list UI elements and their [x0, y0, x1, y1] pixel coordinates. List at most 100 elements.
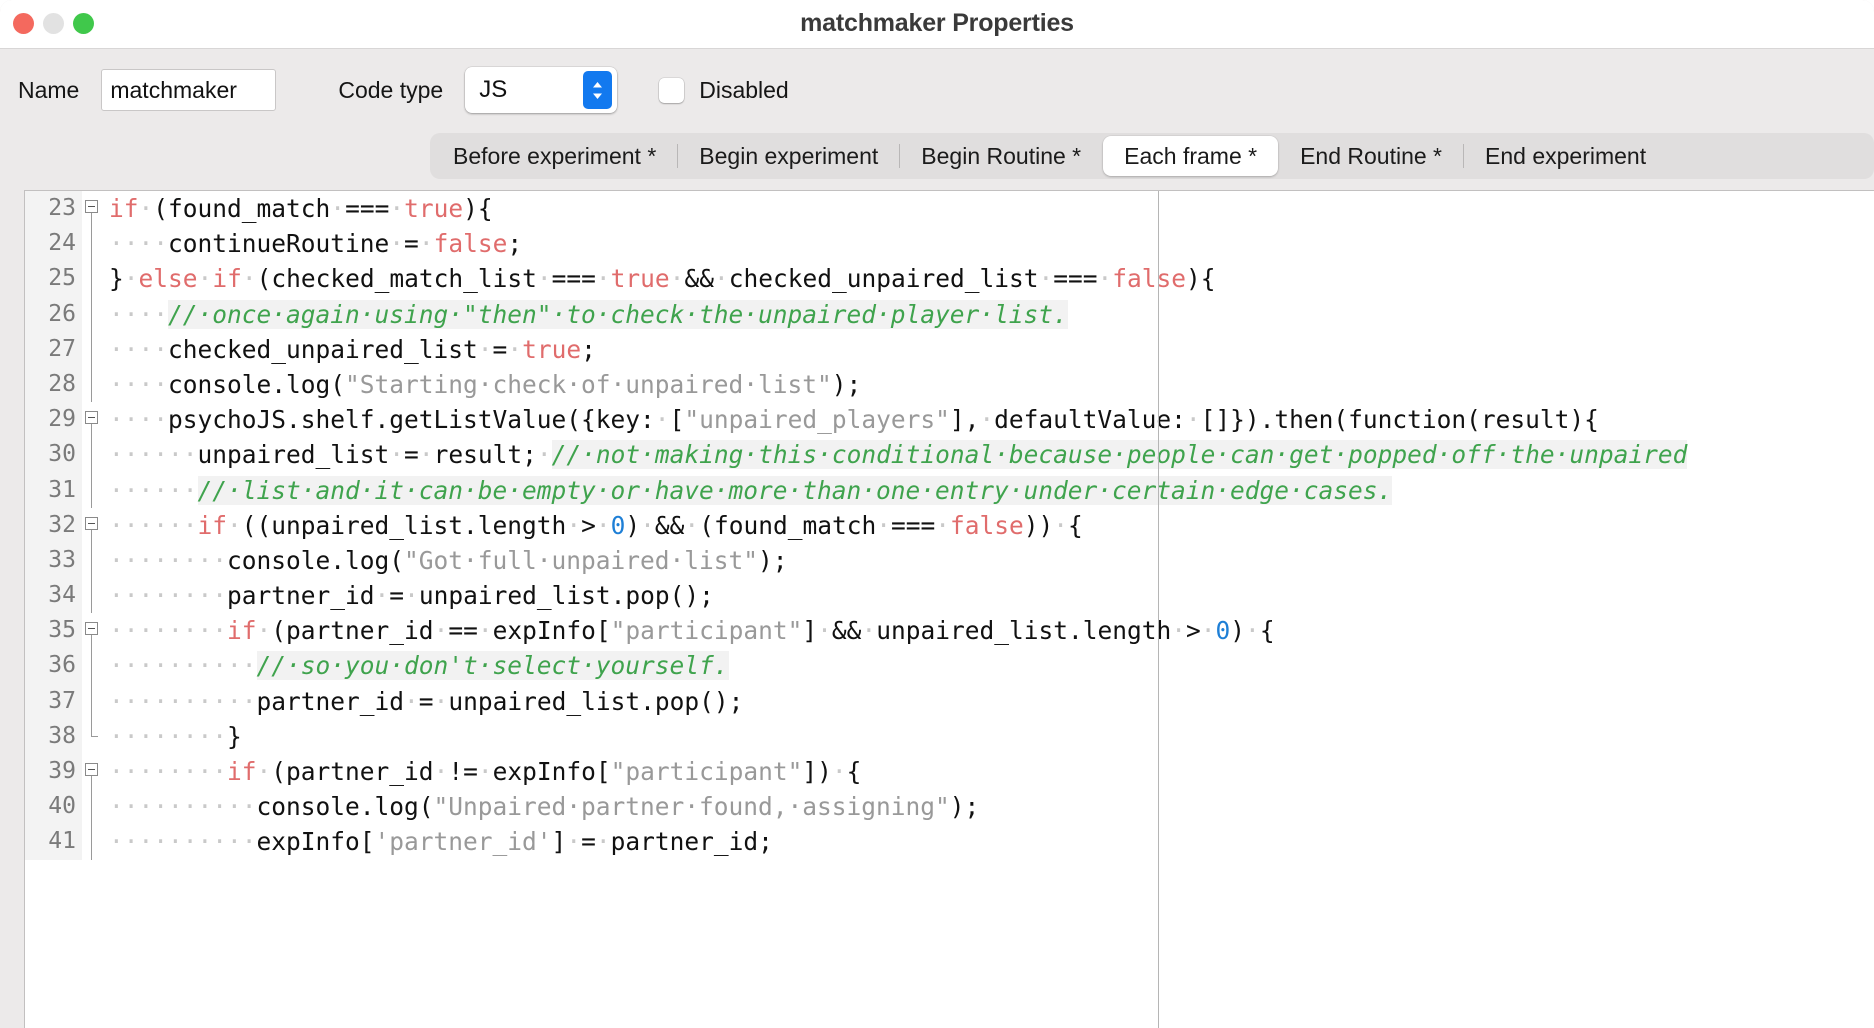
fold-guide-line [82, 824, 109, 860]
fold-toggle-icon[interactable] [82, 613, 109, 649]
tab-end-experiment[interactable]: End experiment [1464, 136, 1667, 176]
tab-end-routine[interactable]: End Routine * [1279, 136, 1463, 176]
fold-toggle-icon[interactable] [82, 754, 109, 790]
token-cm: //·list·and·it·can·be·empty·or·have·more… [197, 475, 1393, 505]
token-plain: unpaired_list.pop(); [448, 686, 744, 716]
token-bool: true [404, 194, 464, 223]
code-editor-panel[interactable]: 23 if·(found_match·===·true){24 ····contin… [24, 190, 1874, 1028]
token-ws: ········ [109, 545, 228, 575]
token-ws: · [507, 334, 523, 364]
token-plain: { [1068, 510, 1083, 540]
token-plain: === [551, 264, 596, 294]
token-plain: === [890, 510, 936, 540]
code-type-select[interactable]: JS [465, 67, 618, 113]
code-type-label: Code type [338, 76, 444, 103]
disabled-field[interactable]: Disabled [659, 77, 789, 104]
disabled-checkbox[interactable] [659, 77, 685, 103]
token-plain: expInfo[ [492, 616, 611, 646]
line-number: 30 [25, 437, 82, 473]
fold-toggle-icon[interactable] [82, 191, 109, 227]
token-plain: { [1259, 616, 1275, 646]
token-plain: [ [669, 405, 685, 435]
line-number: 38 [25, 718, 82, 754]
token-ws: · [197, 264, 213, 294]
token-kw: else [138, 264, 198, 294]
token-plain: (found_match [153, 194, 331, 223]
tab-label: End experiment [1485, 142, 1647, 169]
token-ws: ···· [109, 299, 169, 329]
chevron-up-down-icon[interactable] [583, 71, 613, 109]
token-ws: · [713, 264, 729, 294]
code-line[interactable]: 39 ········if·(partner_id·!=·expInfo["par… [25, 754, 1874, 790]
code-line[interactable]: 23 if·(found_match·===·true){ [25, 191, 1874, 227]
token-ws: · [876, 510, 891, 540]
token-plain: && [684, 264, 714, 294]
code-line-text: ··········partner_id·=·unpaired_list.pop… [109, 684, 1874, 719]
code-line[interactable]: 31 ······//·list·and·it·can·be·empty·or·h… [25, 472, 1874, 508]
token-ws: · [595, 510, 611, 540]
token-plain: ]) [802, 757, 832, 786]
code-line[interactable]: 40 ··········console.log("Unpaired·partne… [25, 789, 1874, 825]
fold-toggle-icon[interactable] [82, 402, 109, 438]
line-number: 23 [25, 191, 82, 227]
code-line[interactable]: 37 ··········partner_id·=·unpaired_list.p… [25, 683, 1874, 719]
code-line[interactable]: 36 ··········//·so·you·don't·select·yours… [25, 648, 1874, 684]
disabled-label: Disabled [699, 76, 789, 103]
code-editor[interactable]: 23 if·(found_match·===·true){24 ····contin… [25, 191, 1874, 1028]
code-line-text: ········if·(partner_id·!=·expInfo["parti… [109, 754, 1874, 789]
code-line[interactable]: 33 ········console.log("Got·full·unpaired… [25, 542, 1874, 579]
name-input[interactable]: matchmaker [101, 69, 277, 111]
code-line[interactable]: 29 ····psychoJS.shelf.getListValue({key:·… [25, 402, 1874, 438]
code-line[interactable]: 35 ········if·(partner_id·==·expInfo["par… [25, 613, 1874, 649]
token-plain: console.log( [227, 545, 405, 575]
code-line-text: }·else·if·(checked_match_list·===·true·&… [109, 261, 1874, 296]
code-line[interactable]: 41 ··········expInfo['partner_id']·=·part… [25, 824, 1874, 860]
line-number: 39 [25, 754, 82, 790]
tab-begin-experiment[interactable]: Begin experiment [678, 136, 899, 176]
token-plain: unpaired_list [197, 440, 390, 470]
code-line[interactable]: 26 ····//·once·again·using·"then"·to·chec… [25, 296, 1874, 332]
fold-toggle-icon[interactable] [82, 507, 109, 543]
token-plain: psychoJS.shelf.getListValue({key: [168, 405, 655, 435]
token-ws: · [935, 510, 950, 540]
fold-guide-line [82, 789, 109, 825]
token-plain: unpaired_list.pop(); [418, 581, 714, 611]
code-line-text: ········if·(partner_id·==·expInfo["parti… [109, 613, 1874, 648]
token-ws: · [684, 510, 700, 540]
token-ws: ········ [109, 581, 228, 611]
code-line[interactable]: 25}·else·if·(checked_match_list·===·true… [25, 261, 1874, 297]
fold-guide-line [82, 472, 109, 508]
token-plain: (partner_id [271, 757, 434, 786]
token-plain: > [581, 510, 596, 540]
token-str: "participant" [610, 616, 803, 646]
token-plain: checked_unpaired_list [728, 264, 1039, 294]
code-line[interactable]: 27 ····checked_unpaired_list·=·true; [25, 331, 1874, 367]
tab-begin-routine[interactable]: Begin Routine * [900, 136, 1102, 176]
code-type-value: JS [479, 76, 508, 103]
name-label: Name [18, 76, 80, 103]
token-ws: · [566, 510, 582, 540]
token-ws: · [1245, 616, 1260, 646]
tab-before-experiment[interactable]: Before experiment * [432, 136, 677, 176]
line-number: 35 [25, 613, 82, 649]
code-line[interactable]: 24 ····continueRoutine·=·false; [25, 226, 1874, 262]
fold-guide-line [82, 296, 109, 332]
code-line[interactable]: 38 ········} [25, 718, 1874, 754]
line-number: 31 [25, 472, 82, 508]
code-line[interactable]: 34 ········partner_id·=·unpaired_list.pop… [25, 578, 1874, 614]
tab-each-frame[interactable]: Each frame * [1103, 136, 1279, 176]
token-kw: if [227, 616, 257, 646]
token-plain: && [654, 510, 685, 540]
code-line[interactable]: 30 ······unpaired_list·=·result;·//·not·m… [25, 437, 1874, 473]
token-ws: · [1053, 510, 1069, 540]
token-plain: partner_id; [610, 827, 773, 857]
code-line[interactable]: 28 ····console.log("Starting·check·of·unp… [25, 366, 1874, 403]
code-line-text: ········console.log("Got·full·unpaired·l… [109, 543, 1874, 578]
token-plain: = [404, 229, 419, 259]
token-str: "participant" [610, 757, 803, 786]
code-line-text: ····checked_unpaired_list·=·true; [109, 332, 1874, 367]
code-line[interactable]: 32 ······if·((unpaired_list.length·>·0)·&… [25, 507, 1874, 543]
token-ws: ···· [109, 229, 169, 259]
token-ws: · [330, 194, 346, 223]
token-ws: · [831, 757, 847, 786]
